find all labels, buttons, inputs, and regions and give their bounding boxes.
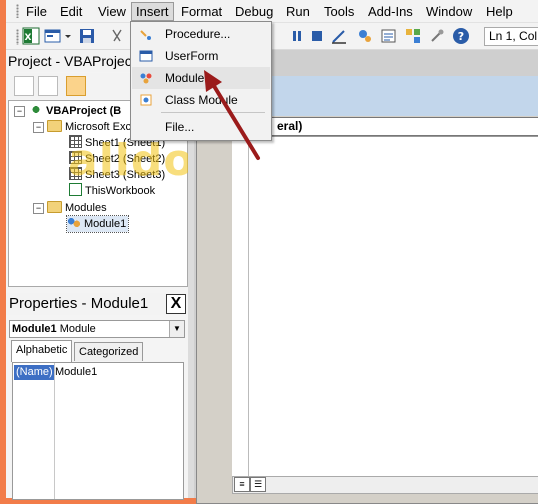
menu-format[interactable]: Format (177, 3, 226, 20)
properties-grid: (Name) Module1 (12, 362, 184, 500)
collapse-toggle-root[interactable]: − (14, 106, 25, 117)
tree-item-module1[interactable]: Module1 (65, 215, 130, 233)
toggle-folders-icon[interactable] (66, 76, 86, 96)
menu-item-file[interactable]: File... (132, 116, 270, 138)
svg-text:X: X (25, 33, 32, 43)
menu-item-class-module[interactable]: Class Module (132, 89, 270, 111)
module-icon (140, 73, 152, 84)
procedure-view-icon[interactable]: ≡ (234, 477, 250, 492)
property-value-cell[interactable]: Module1 (55, 365, 97, 380)
menu-item-procedure[interactable]: Procedure... (132, 23, 270, 45)
folder-icon (47, 201, 62, 213)
view-code-icon[interactable] (14, 76, 34, 96)
menu-view[interactable]: View (94, 3, 130, 20)
insert-menu-dropdown: Procedure... UserForm Module Class Modul… (130, 21, 272, 141)
menu-file[interactable]: File (22, 3, 51, 20)
folder-icon (47, 120, 62, 132)
menu-window[interactable]: Window (422, 3, 476, 20)
class-module-icon (140, 94, 152, 106)
properties-window-icon[interactable] (380, 27, 398, 45)
object-selector[interactable]: Module1 Module ▼ (9, 320, 185, 338)
cut-icon[interactable] (108, 27, 126, 45)
menu-item-userform[interactable]: UserForm (132, 45, 270, 67)
reset-icon[interactable] (308, 27, 326, 45)
userform-icon (139, 50, 153, 62)
property-name-cell[interactable]: (Name) (14, 365, 54, 380)
horizontal-scrollbar[interactable] (232, 476, 538, 494)
full-module-view-icon[interactable]: ☰ (250, 477, 266, 492)
menubar: File Edit View Insert Format Debug Run T… (6, 0, 538, 23)
tree-item-excel-objects[interactable]: Microsoft Exc (47, 119, 131, 135)
chevron-down-icon[interactable]: ▼ (169, 321, 184, 337)
tab-alphabetic[interactable]: Alphabetic (11, 340, 73, 362)
grid-divider (54, 363, 55, 499)
object-browser-icon[interactable] (404, 27, 422, 45)
menu-separator (161, 112, 265, 113)
close-icon[interactable]: X (166, 294, 186, 314)
menu-debug[interactable]: Debug (231, 3, 277, 20)
menu-item-module[interactable]: Module (132, 67, 270, 89)
tab-categorized[interactable]: Categorized (74, 342, 144, 361)
tree-item-vbaproject[interactable]: VBAProject (B (29, 103, 121, 119)
menu-run[interactable]: Run (282, 3, 314, 20)
procedure-icon (140, 30, 151, 40)
help-icon[interactable]: ? (452, 27, 470, 45)
break-icon[interactable] (288, 27, 306, 45)
code-editor[interactable] (232, 136, 538, 478)
vbaproject-icon (29, 103, 43, 116)
menu-help[interactable]: Help (482, 3, 517, 20)
tree-item-modules-folder[interactable]: Modules (47, 200, 107, 216)
menu-insert[interactable]: Insert (131, 2, 174, 21)
collapse-toggle-excel-objects[interactable]: − (33, 122, 44, 133)
menu-add-ins[interactable]: Add-Ins (364, 3, 417, 20)
cursor-position-readout: Ln 1, Col 1 (484, 27, 538, 46)
save-icon[interactable] (78, 27, 96, 45)
svg-text:?: ? (458, 30, 464, 43)
module-icon (67, 216, 81, 229)
code-margin-indicator[interactable] (232, 136, 249, 476)
object-combo[interactable]: eral) (236, 117, 538, 136)
collapse-toggle-modules[interactable]: − (33, 203, 44, 214)
properties-pane-title: Properties - Module1 (6, 293, 189, 315)
menu-edit[interactable]: Edit (56, 3, 86, 20)
chevron-down-icon[interactable] (64, 27, 72, 45)
design-mode-icon[interactable] (330, 27, 348, 45)
menubar-grip[interactable] (16, 4, 19, 18)
toolbox-icon[interactable] (428, 27, 446, 45)
standard-toolbar: X ? Ln 1, Col 1 (6, 23, 538, 50)
insert-userform-icon[interactable] (44, 27, 62, 45)
object-selector-name: Module1 (12, 323, 57, 335)
object-selector-type: Module (59, 323, 96, 335)
toolbar-grip[interactable] (16, 29, 19, 45)
menu-tools[interactable]: Tools (320, 3, 358, 20)
view-object-icon[interactable] (38, 76, 58, 96)
view-excel-icon[interactable]: X (22, 27, 40, 45)
project-explorer-icon[interactable] (356, 27, 374, 45)
